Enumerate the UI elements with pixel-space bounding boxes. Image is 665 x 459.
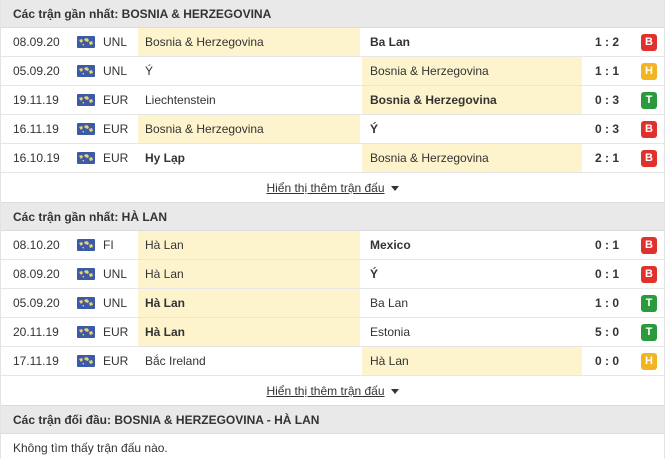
home-team[interactable]: Hà Lan — [138, 318, 360, 346]
home-team[interactable]: Liechtenstein — [138, 86, 360, 114]
match-row[interactable]: 20.11.19 EUR Hà Lan Estonia 5 : 0 T — [1, 318, 664, 347]
world-map-icon — [77, 355, 95, 367]
match-date: 08.09.20 — [13, 267, 60, 281]
show-more-netherlands: Hiển thị thêm trận đấu — [1, 376, 664, 406]
result-badge: B — [641, 266, 657, 283]
match-row[interactable]: 16.11.19 EUR Bosnia & Herzegovina Ý 0 : 3 B — [1, 115, 664, 144]
home-team[interactable]: Bosnia & Herzegovina — [138, 28, 360, 56]
away-team[interactable]: Bosnia & Herzegovina — [362, 57, 582, 85]
match-score[interactable]: 5 : 0 — [582, 318, 632, 346]
match-row[interactable]: 05.09.20 UNL Ý Bosnia & Herzegovina 1 : 1 H — [1, 57, 664, 86]
away-team[interactable]: Ý — [362, 260, 582, 288]
match-row[interactable]: 19.11.19 EUR Liechtenstein Bosnia & Herzego… — [1, 86, 664, 115]
home-team[interactable]: Hà Lan — [138, 231, 360, 259]
world-map-icon — [77, 239, 95, 251]
match-date: 19.11.19 — [13, 93, 59, 107]
result-badge: T — [641, 92, 657, 109]
match-score[interactable]: 1 : 0 — [582, 289, 632, 317]
caret-down-icon[interactable] — [390, 389, 399, 395]
match-score[interactable]: 2 : 1 — [582, 144, 632, 172]
match-date: 16.10.19 — [13, 151, 60, 165]
match-row[interactable]: 17.11.19 EUR Bắc Ireland Hà Lan 0 : 0 H — [1, 347, 664, 376]
match-score[interactable]: 1 : 2 — [582, 28, 632, 56]
away-team[interactable]: Ba Lan — [362, 289, 582, 317]
result-badge: H — [641, 353, 657, 370]
match-score[interactable]: 1 : 1 — [582, 57, 632, 85]
away-team[interactable]: Estonia — [362, 318, 582, 346]
h2h-empty-message: Không tìm thấy trận đấu nào. — [1, 434, 664, 459]
world-map-icon — [77, 123, 95, 135]
world-map-icon — [77, 268, 95, 280]
result-badge: B — [641, 237, 657, 254]
match-score[interactable]: 0 : 0 — [582, 347, 632, 375]
world-map-icon — [77, 94, 95, 106]
away-team[interactable]: Ý — [362, 115, 582, 143]
match-row[interactable]: 08.09.20 UNL Bosnia & Herzegovina Ba Lan 1 :… — [1, 28, 664, 57]
away-team[interactable]: Bosnia & Herzegovina — [362, 86, 582, 114]
match-date: 05.09.20 — [13, 64, 60, 78]
match-row[interactable]: 05.09.20 UNL Hà Lan Ba Lan 1 : 0 T — [1, 289, 664, 318]
caret-down-icon[interactable] — [390, 186, 399, 192]
show-more-link[interactable]: Hiển thị thêm trận đấu — [266, 384, 384, 398]
match-row[interactable]: 08.10.20 FI Hà Lan Mexico 0 : 1 B — [1, 231, 664, 260]
world-map-icon — [77, 152, 95, 164]
home-team[interactable]: Hy Lạp — [138, 144, 360, 172]
show-more-bosnia: Hiển thị thêm trận đấu — [1, 173, 664, 203]
show-more-link[interactable]: Hiển thị thêm trận đấu — [266, 181, 384, 195]
match-history-panel: Các trận gần nhất: BOSNIA & HERZEGOVINA … — [0, 0, 665, 459]
away-team[interactable]: Bosnia & Herzegovina — [362, 144, 582, 172]
match-row[interactable]: 08.09.20 UNL Hà Lan Ý 0 : 1 B — [1, 260, 664, 289]
match-date: 08.09.20 — [13, 35, 60, 49]
league-code[interactable]: UNL — [103, 289, 143, 317]
match-date: 20.11.19 — [13, 325, 59, 339]
world-map-icon — [77, 36, 95, 48]
world-map-icon — [77, 297, 95, 309]
result-badge: B — [641, 34, 657, 51]
match-date: 05.09.20 — [13, 296, 60, 310]
section-title-h2h: Các trận đối đầu: BOSNIA & HERZEGOVINA -… — [1, 406, 664, 434]
home-team[interactable]: Bắc Ireland — [138, 347, 360, 375]
home-team[interactable]: Ý — [138, 57, 360, 85]
world-map-icon — [77, 65, 95, 77]
home-team[interactable]: Hà Lan — [138, 260, 360, 288]
league-code[interactable]: UNL — [103, 28, 143, 56]
league-code[interactable]: EUR — [103, 144, 143, 172]
away-team[interactable]: Ba Lan — [362, 28, 582, 56]
section-title-bosnia: Các trận gần nhất: BOSNIA & HERZEGOVINA — [1, 0, 664, 28]
home-team[interactable]: Hà Lan — [138, 289, 360, 317]
match-score[interactable]: 0 : 3 — [582, 115, 632, 143]
match-score[interactable]: 0 : 1 — [582, 260, 632, 288]
match-date: 17.11.19 — [13, 354, 59, 368]
league-code[interactable]: UNL — [103, 260, 143, 288]
world-map-icon — [77, 326, 95, 338]
section-title-netherlands: Các trận gần nhất: HÀ LAN — [1, 203, 664, 231]
match-list-netherlands: 08.10.20 FI Hà Lan Mexico 0 : 1 B 08.09.20 UNL H… — [1, 231, 664, 376]
match-score[interactable]: 0 : 3 — [582, 86, 632, 114]
match-date: 08.10.20 — [13, 238, 60, 252]
league-code[interactable]: EUR — [103, 347, 143, 375]
match-score[interactable]: 0 : 1 — [582, 231, 632, 259]
league-code[interactable]: EUR — [103, 115, 143, 143]
league-code[interactable]: UNL — [103, 57, 143, 85]
result-badge: T — [641, 295, 657, 312]
result-badge: B — [641, 121, 657, 138]
match-list-bosnia: 08.09.20 UNL Bosnia & Herzegovina Ba Lan 1 :… — [1, 28, 664, 173]
match-row[interactable]: 16.10.19 EUR Hy Lạp Bosnia & Herzegovina 2 :… — [1, 144, 664, 173]
result-badge: B — [641, 150, 657, 167]
match-date: 16.11.19 — [13, 122, 59, 136]
league-code[interactable]: EUR — [103, 318, 143, 346]
result-badge: H — [641, 63, 657, 80]
league-code[interactable]: EUR — [103, 86, 143, 114]
league-code[interactable]: FI — [103, 231, 143, 259]
away-team[interactable]: Mexico — [362, 231, 582, 259]
home-team[interactable]: Bosnia & Herzegovina — [138, 115, 360, 143]
result-badge: T — [641, 324, 657, 341]
away-team[interactable]: Hà Lan — [362, 347, 582, 375]
